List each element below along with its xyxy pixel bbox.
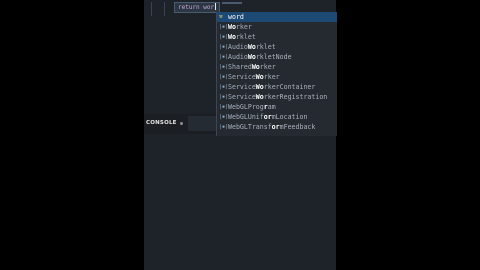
class-icon: |▪| <box>219 114 229 120</box>
key-icon: ⚒ <box>219 13 223 20</box>
suggestion-item[interactable]: |▪|ServiceWorker <box>217 72 337 82</box>
suggestion-label: rker <box>259 63 276 71</box>
suggestion-match: Wo <box>247 43 256 51</box>
suggestion-label: rklet <box>255 43 276 51</box>
suggestion-match: Wo <box>247 53 256 61</box>
suggestion-item[interactable]: |▪|ServiceWorkerRegistration <box>217 92 337 102</box>
suggestion-label: mFeedback <box>279 123 316 131</box>
code-text: return wor <box>178 4 215 11</box>
class-icon: |▪| <box>219 44 229 50</box>
suggestion-prefix: Audio <box>228 43 248 51</box>
suggestion-label: word <box>228 13 244 21</box>
class-icon: |▪| <box>219 104 229 110</box>
console-input[interactable] <box>188 116 216 131</box>
suggestion-label: rkerRegistration <box>263 93 328 101</box>
suggestion-item[interactable]: |▪|WebGLProgram <box>217 102 337 112</box>
suggestion-match: or <box>263 113 272 121</box>
suggestion-item[interactable]: |▪|Worker <box>217 22 337 32</box>
suggestion-label: rker <box>263 73 280 81</box>
class-icon: |▪| <box>219 34 229 40</box>
suggestion-item[interactable]: |▪|WebGLTransformFeedback <box>217 122 337 132</box>
suggestion-label: rklet <box>235 33 256 41</box>
suggestion-label: am <box>267 103 276 111</box>
suggestion-label: mLocation <box>271 113 308 121</box>
suggestion-prefix: Service <box>228 83 256 91</box>
suggestion-item[interactable]: |▪|AudioWorklet <box>217 42 337 52</box>
current-code-line[interactable]: return wor <box>174 2 221 13</box>
suggestion-item[interactable]: |▪|WebGLUniformLocation <box>217 112 337 122</box>
suggestion-prefix: WebGLUnif <box>228 113 264 121</box>
indent-guide <box>151 2 152 16</box>
indent-guide <box>164 2 165 16</box>
suggestion-match: Wo <box>255 93 264 101</box>
suggestion-match: or <box>271 123 280 131</box>
suggestion-item[interactable]: |▪|SharedWorker <box>217 62 337 72</box>
suggestion-match: Wo <box>228 23 236 31</box>
suggestion-item[interactable]: |▪|Worklet <box>217 32 337 42</box>
class-icon: |▪| <box>219 84 229 90</box>
suggestion-item[interactable]: |▪|ServiceWorkerContainer <box>217 82 337 92</box>
suggestion-match: Wo <box>228 33 236 41</box>
suggestion-prefix: Shared <box>228 63 252 71</box>
suggestion-item[interactable]: |▪|AudioWorkletNode <box>217 52 337 62</box>
class-icon: |▪| <box>219 74 229 80</box>
suggestion-match: Wo <box>255 83 264 91</box>
suggestion-prefix: WebGLProg <box>228 103 264 111</box>
class-icon: |▪| <box>219 64 229 70</box>
dot-icon <box>180 122 183 125</box>
suggestion-label: rkerContainer <box>263 83 316 91</box>
autocomplete-list[interactable]: ⚒ word |▪|Worker |▪|Worklet |▪|AudioWorklet |… <box>216 12 337 136</box>
text-cursor <box>215 3 217 10</box>
class-icon: |▪| <box>219 124 229 130</box>
suggestion-prefix: Service <box>228 93 256 101</box>
right-letterbox <box>336 0 480 270</box>
suggestion-prefix: Service <box>228 73 256 81</box>
suggestion-label: rker <box>235 23 252 31</box>
suggestion-label: rkletNode <box>255 53 292 61</box>
suggestion-match: Wo <box>251 63 260 71</box>
suggestion-prefix: WebGLTransf <box>228 123 272 131</box>
class-icon: |▪| <box>219 24 229 30</box>
left-letterbox <box>0 0 144 270</box>
suggestion-match: Wo <box>255 73 264 81</box>
suggestion-item[interactable]: ⚒ word <box>217 12 337 22</box>
class-icon: |▪| <box>219 54 229 60</box>
class-icon: |▪| <box>219 94 229 100</box>
tab-console[interactable]: CONSOLE <box>146 120 177 126</box>
suggestion-prefix: Audio <box>228 53 248 61</box>
code-line-top <box>144 0 336 8</box>
